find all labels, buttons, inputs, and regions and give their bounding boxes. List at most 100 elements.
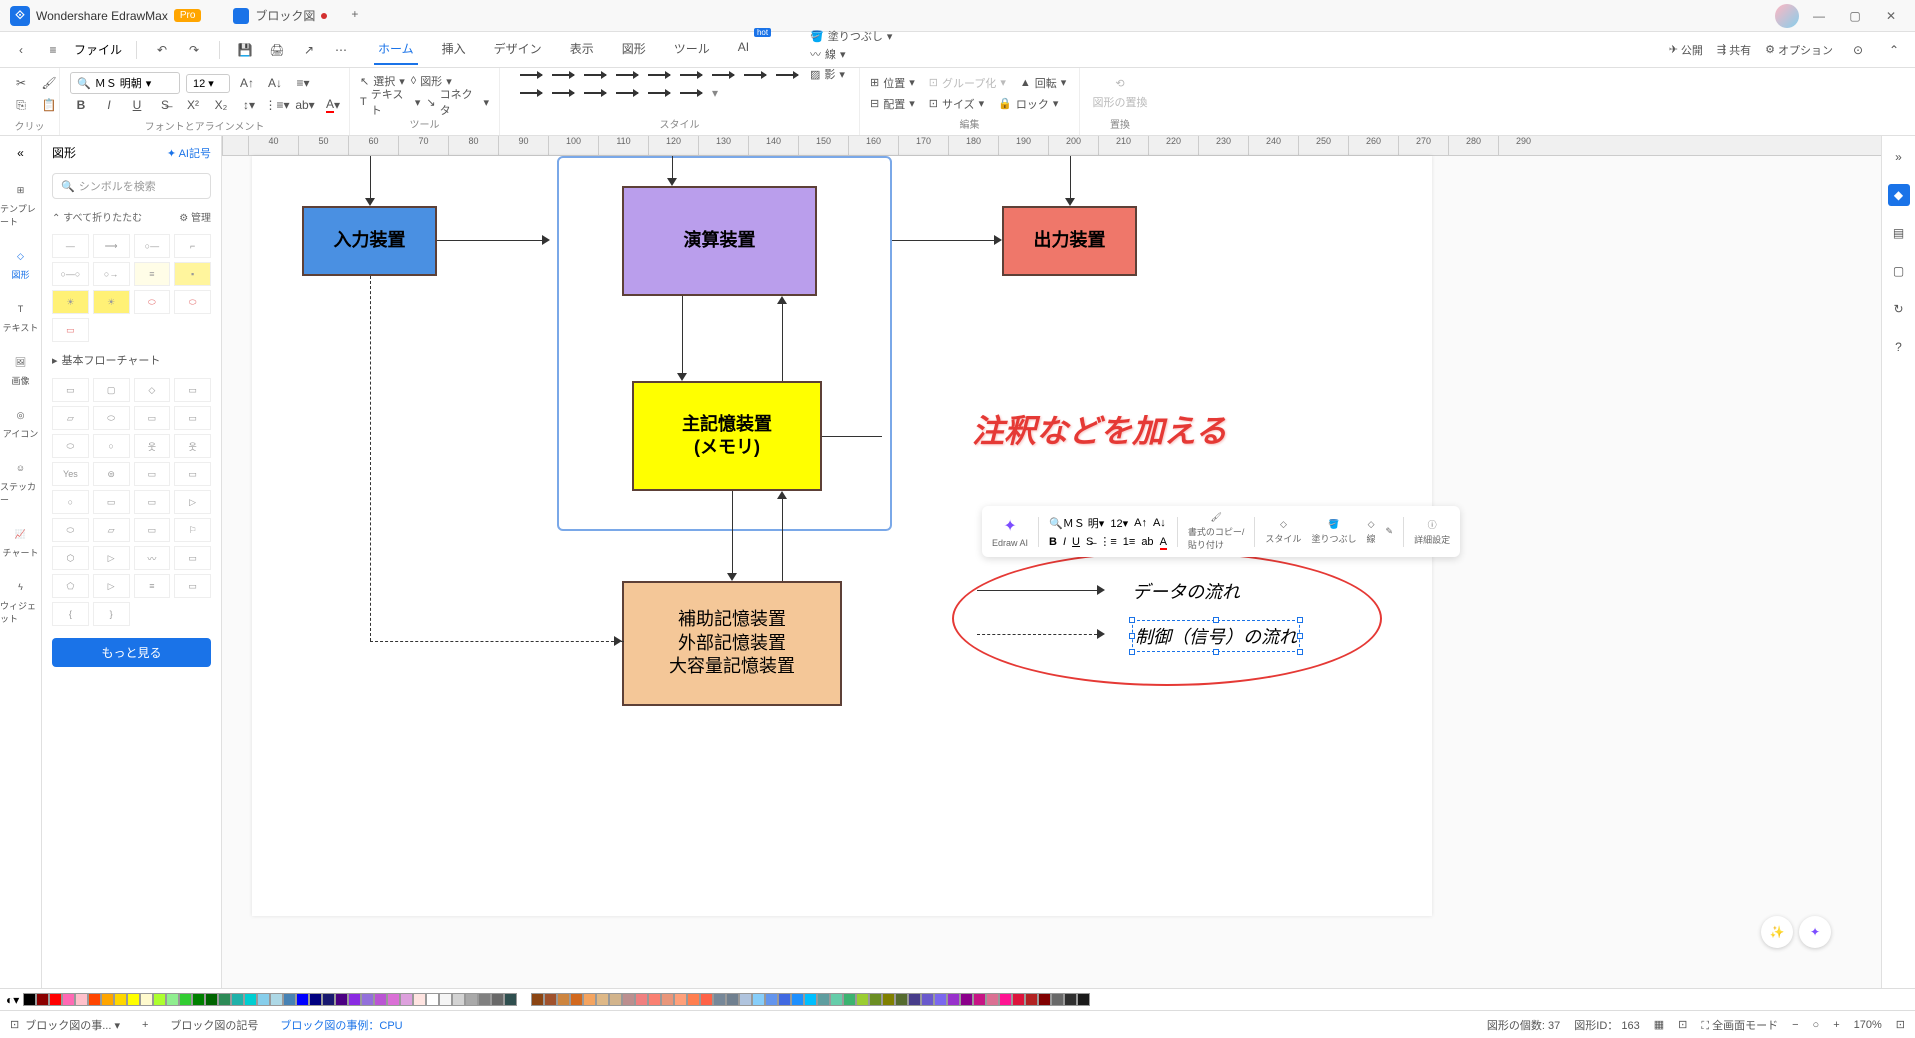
shape-roundrect[interactable]: ▢	[93, 378, 130, 402]
font-select[interactable]: 🔍 ＭＳ 明朝 ▾	[70, 72, 180, 94]
shape-preset[interactable]: ≡	[134, 262, 171, 286]
color-swatch[interactable]	[791, 993, 804, 1006]
color-swatch[interactable]	[478, 993, 491, 1006]
float-underline[interactable]: U	[1072, 536, 1080, 548]
menu-shape[interactable]: 図形	[618, 34, 650, 65]
block-memory[interactable]: 主記憶装置(メモリ)	[632, 381, 822, 491]
nav-text[interactable]: Tテキスト	[3, 299, 39, 334]
nav-chart[interactable]: 📈チャート	[3, 524, 39, 559]
menu-tool[interactable]: ツール	[670, 34, 714, 65]
color-swatch[interactable]	[192, 993, 205, 1006]
color-swatch[interactable]	[257, 993, 270, 1006]
shape-ellipse[interactable]: ⬭	[52, 434, 89, 458]
shape-card[interactable]: ▭	[134, 406, 171, 430]
shape-cylinder[interactable]: ⊜	[93, 462, 130, 486]
group-btn[interactable]: ⊡ グループ化▾	[929, 75, 1006, 91]
menu-design[interactable]: デザイン	[490, 34, 546, 65]
collapse-ribbon[interactable]: ⌃	[1883, 39, 1905, 61]
float-num[interactable]: 1≡	[1123, 536, 1136, 548]
color-swatch[interactable]	[999, 993, 1012, 1006]
color-swatch[interactable]	[205, 993, 218, 1006]
align-menu[interactable]: ≡▾	[292, 72, 314, 94]
color-swatch[interactable]	[413, 993, 426, 1006]
color-swatch[interactable]	[283, 993, 296, 1006]
menu-home[interactable]: ホーム	[374, 34, 418, 65]
color-swatch[interactable]	[1038, 993, 1051, 1006]
options-button[interactable]: ⚙ オプション	[1765, 42, 1833, 58]
color-swatch[interactable]	[179, 993, 192, 1006]
color-swatch[interactable]	[687, 993, 700, 1006]
more-button[interactable]: ⋯	[330, 39, 352, 61]
color-swatch[interactable]	[817, 993, 830, 1006]
zoom-in[interactable]: +	[1833, 1019, 1839, 1031]
shape-list[interactable]: ≡	[134, 574, 171, 598]
color-swatch[interactable]	[830, 993, 843, 1006]
color-swatch[interactable]	[947, 993, 960, 1006]
color-swatch[interactable]	[856, 993, 869, 1006]
color-swatch[interactable]	[309, 993, 322, 1006]
color-swatch[interactable]	[752, 993, 765, 1006]
float-fill[interactable]: 🪣塗りつぶし	[1311, 519, 1356, 545]
color-swatch[interactable]	[36, 993, 49, 1006]
close-button[interactable]: ✕	[1875, 4, 1907, 28]
shape-brace[interactable]: {	[52, 602, 89, 626]
export-button[interactable]: ↗	[298, 39, 320, 61]
color-swatch[interactable]	[348, 993, 361, 1006]
color-swatch[interactable]	[361, 993, 374, 1006]
sheet-tab-3[interactable]: ブロック図の事例：CPU	[274, 1015, 408, 1035]
zoom-slider[interactable]: ○	[1813, 1019, 1820, 1031]
color-swatch[interactable]	[1077, 993, 1090, 1006]
rail-page[interactable]: ▤	[1888, 222, 1910, 244]
float-font[interactable]: 🔍ＭＳ 明▾	[1049, 515, 1104, 531]
undo-button[interactable]: ↶	[151, 39, 173, 61]
shape-person[interactable]: 웃	[134, 434, 171, 458]
float-line[interactable]: ◇線	[1367, 519, 1376, 545]
color-swatch[interactable]	[114, 993, 127, 1006]
color-swatch[interactable]	[231, 993, 244, 1006]
underline-button[interactable]: U	[126, 94, 148, 116]
shape-preset[interactable]: ▭	[52, 318, 89, 342]
line-button[interactable]: 〰 線 ▾	[810, 46, 846, 62]
shape-preset[interactable]: ⟶	[93, 234, 130, 258]
collapse-sidebar[interactable]: «	[9, 144, 33, 162]
float-italic[interactable]: I	[1063, 536, 1066, 548]
fold-all[interactable]: ⌃ すべて折りたたむ	[52, 209, 142, 224]
color-swatch[interactable]	[609, 993, 622, 1006]
symbol-search[interactable]: 🔍 シンボルを検索	[52, 173, 211, 199]
float-copy-format[interactable]: 🖌書式のコピー/ 貼り付け	[1188, 512, 1245, 551]
add-sheet[interactable]: +	[136, 1017, 154, 1033]
more-shapes-button[interactable]: もっと見る	[52, 638, 211, 667]
sheet-tab-1[interactable]: ブロック図の事... ▾	[19, 1015, 126, 1035]
color-swatch[interactable]	[49, 993, 62, 1006]
color-swatch[interactable]	[88, 993, 101, 1006]
font-color[interactable]: A▾	[322, 94, 344, 116]
position-btn[interactable]: ⊞ 位置▾	[870, 75, 915, 91]
shape-preset[interactable]: ⌐	[174, 234, 211, 258]
arrow-styles[interactable]: ▾	[510, 72, 810, 102]
fullscreen-button[interactable]: ⛶ 全画面モード	[1701, 1017, 1778, 1033]
float-ai[interactable]: ✦Edraw AI	[992, 516, 1028, 548]
ai-fab-2[interactable]: ✦	[1799, 916, 1831, 948]
block-input[interactable]: 入力装置	[302, 206, 437, 276]
color-swatch[interactable]	[739, 993, 752, 1006]
menu-ai[interactable]: AIhot	[734, 34, 753, 65]
shape-rect6[interactable]: ▭	[134, 490, 171, 514]
sheet-menu-icon[interactable]: ⊡	[10, 1018, 19, 1031]
block-aux[interactable]: 補助記憶装置外部記憶装置大容量記憶装置	[622, 581, 842, 706]
rail-expand[interactable]: »	[1888, 146, 1910, 168]
line-spacing[interactable]: ↕▾	[238, 94, 260, 116]
color-swatch[interactable]	[713, 993, 726, 1006]
cut-button[interactable]: ✂	[10, 72, 32, 94]
paste-button[interactable]: 📋	[38, 94, 60, 116]
shape-yes[interactable]: Yes	[52, 462, 89, 486]
shape-rect5[interactable]: ▭	[93, 490, 130, 514]
redo-button[interactable]: ↷	[183, 39, 205, 61]
color-swatch[interactable]	[726, 993, 739, 1006]
color-swatch[interactable]	[166, 993, 179, 1006]
shape-rect2[interactable]: ▭	[174, 378, 211, 402]
shape-para[interactable]: ▱	[52, 406, 89, 430]
shape-rect9[interactable]: ▭	[174, 574, 211, 598]
block-output[interactable]: 出力装置	[1002, 206, 1137, 276]
color-swatch[interactable]	[557, 993, 570, 1006]
rail-comment[interactable]: ▢	[1888, 260, 1910, 282]
